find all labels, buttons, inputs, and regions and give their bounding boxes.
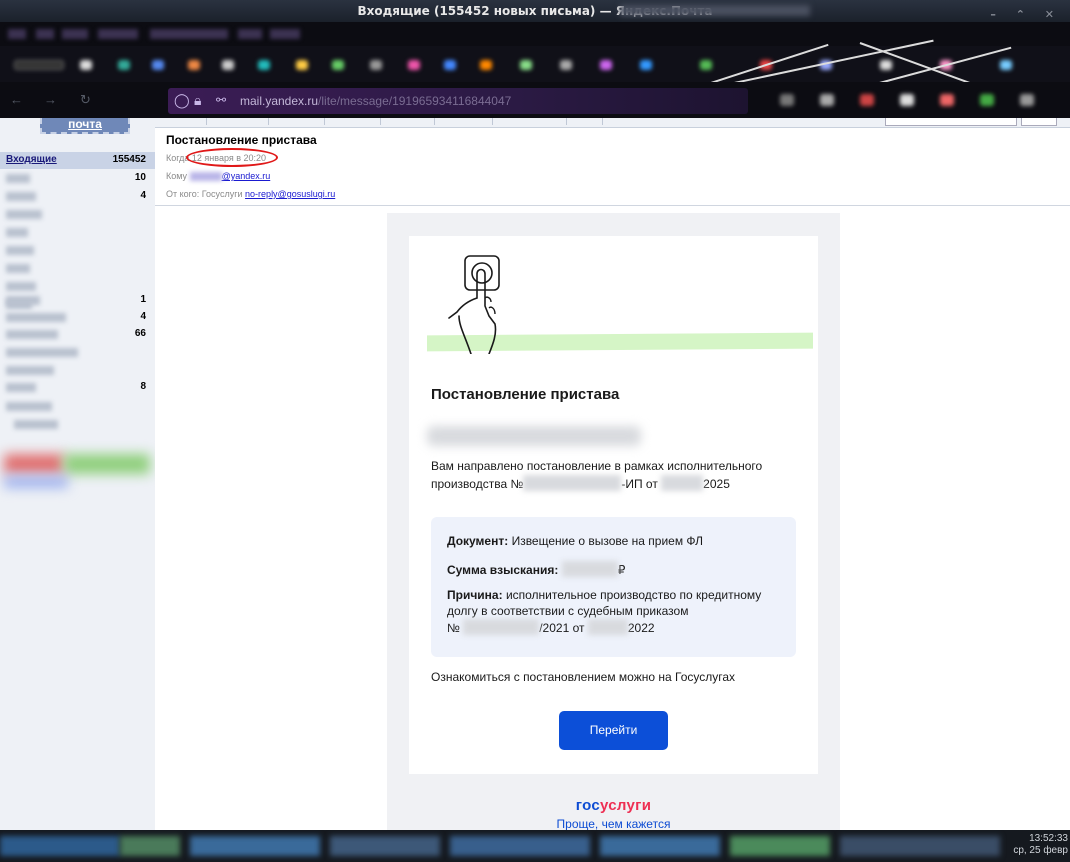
sender-email-link[interactable]: no-reply@gosuslugi.ru: [245, 189, 335, 199]
folder-item[interactable]: [0, 344, 155, 361]
toolbar-button[interactable]: [325, 118, 381, 125]
taskbar-item[interactable]: [0, 836, 120, 856]
folder-inbox[interactable]: Входящие 155452: [0, 152, 155, 169]
folder-item[interactable]: [0, 242, 155, 259]
folder-item[interactable]: [0, 398, 155, 415]
back-icon[interactable]: ←: [10, 92, 23, 107]
email-intro: Вам направлено постановление в рамках ис…: [431, 459, 763, 491]
folder-item[interactable]: 1: [0, 292, 155, 309]
taskbar-item[interactable]: [330, 836, 440, 856]
message-subject: Постановление пристава: [166, 133, 317, 147]
hand-pressing-button-icon: [448, 255, 500, 354]
browser-tabs[interactable]: [0, 46, 1070, 82]
system-clock[interactable]: 13:52:33 ср, 25 февр: [1008, 833, 1070, 857]
system-taskbar: 13:52:33 ср, 25 февр: [0, 830, 1070, 862]
message-header: Постановление пристава Когда 12 января в…: [155, 128, 1070, 206]
recipient-obscured: [189, 172, 222, 182]
lock-icon[interactable]: 🔒︎: [194, 92, 201, 109]
toolbar-button[interactable]: [269, 118, 325, 125]
taskbar-item[interactable]: [600, 836, 720, 856]
folder-item[interactable]: [0, 206, 155, 223]
sender-name: Госуслуги: [201, 189, 243, 199]
titlebar-obscured-area: [620, 5, 810, 16]
shield-icon[interactable]: ◯: [174, 92, 190, 109]
address-bar[interactable]: ◯ 🔒︎ ⚯ mail.yandex.ru/lite/message/19196…: [168, 88, 748, 114]
folder-item[interactable]: 10: [0, 170, 155, 187]
reload-icon[interactable]: ↻: [80, 92, 91, 108]
folder-item[interactable]: 8: [0, 379, 155, 396]
header-from-row: От кого: Госуслуги no-reply@gosuslugi.ru: [166, 189, 336, 199]
gosuslugi-logo[interactable]: госуслуги: [387, 797, 840, 814]
obscured-widget: [64, 454, 150, 474]
folder-item[interactable]: 66: [0, 326, 155, 343]
mail-logo[interactable]: почта: [40, 118, 130, 134]
obscured-widget: [4, 476, 68, 488]
taskbar-item[interactable]: [120, 836, 180, 856]
gosuslugi-tagline[interactable]: Проще, чем кажется: [387, 817, 840, 831]
folder-name-obscured: [6, 192, 36, 201]
toolbar-button[interactable]: [159, 118, 207, 125]
folder-name-obscured: [6, 174, 30, 183]
search-input[interactable]: [885, 118, 1017, 126]
folder-item[interactable]: 4: [0, 188, 155, 205]
go-button[interactable]: Перейти: [559, 711, 668, 750]
toolbar-button[interactable]: [381, 118, 435, 125]
browser-navbar: ← → ↻ ◯ 🔒︎ ⚯ mail.yandex.ru/lite/message…: [0, 82, 1070, 118]
greeting-obscured: [427, 426, 641, 446]
toolbar-button[interactable]: [207, 118, 269, 125]
folder-sidebar: почта Входящие 155452 10 4 1 4 66 8: [0, 118, 155, 830]
email-card: Постановление пристава Вам направлено по…: [409, 236, 818, 774]
taskbar-item[interactable]: [190, 836, 320, 856]
toolbar-button[interactable]: [435, 118, 493, 125]
toolbar-button[interactable]: [493, 118, 567, 125]
taskbar-item[interactable]: [730, 836, 830, 856]
toolbar-button[interactable]: [567, 118, 603, 125]
browser-chrome: ← → ↻ ◯ 🔒︎ ⚯ mail.yandex.ru/lite/message…: [0, 22, 1070, 118]
url-text[interactable]: mail.yandex.ru/lite/message/191965934116…: [240, 94, 511, 108]
forward-icon[interactable]: →: [44, 92, 57, 107]
recipient-email[interactable]: @yandex.ru: [222, 171, 271, 181]
folder-item[interactable]: [0, 416, 155, 433]
red-annotation-circle: [185, 148, 278, 167]
message-toolbar: [155, 118, 1070, 128]
folder-item[interactable]: [0, 362, 155, 379]
taskbar-item[interactable]: [450, 836, 590, 856]
folder-item[interactable]: 4: [0, 309, 155, 326]
email-outro: Ознакомиться с постановлением можно на Г…: [431, 670, 736, 684]
taskbar-item[interactable]: [840, 836, 1000, 856]
sum-row: Сумма взыскания: ₽: [447, 561, 626, 577]
message-view: Постановление пристава Когда 12 января в…: [155, 118, 1070, 831]
email-body: Постановление пристава Вам направлено по…: [387, 213, 840, 831]
window-titlebar: Входящие (155452 новых письма) — Яндекс.…: [0, 0, 1070, 22]
permissions-icon[interactable]: ⚯: [216, 93, 226, 107]
reason-row: Причина: исполнительное производство по …: [447, 588, 762, 635]
document-info-box: Документ: Извещение о вызове на прием ФЛ…: [431, 517, 796, 657]
document-row: Документ: Извещение о вызове на прием ФЛ: [447, 534, 704, 548]
search-button[interactable]: [1021, 118, 1057, 126]
browser-menubar[interactable]: [0, 22, 1070, 46]
folder-item[interactable]: [0, 260, 155, 277]
header-date-row: Когда 12 января в 20:20: [166, 148, 278, 167]
folder-item[interactable]: [0, 224, 155, 241]
email-title: Постановление пристава: [431, 386, 620, 403]
header-to-row: Кому @yandex.ru: [166, 171, 271, 182]
obscured-widget: [4, 454, 64, 474]
